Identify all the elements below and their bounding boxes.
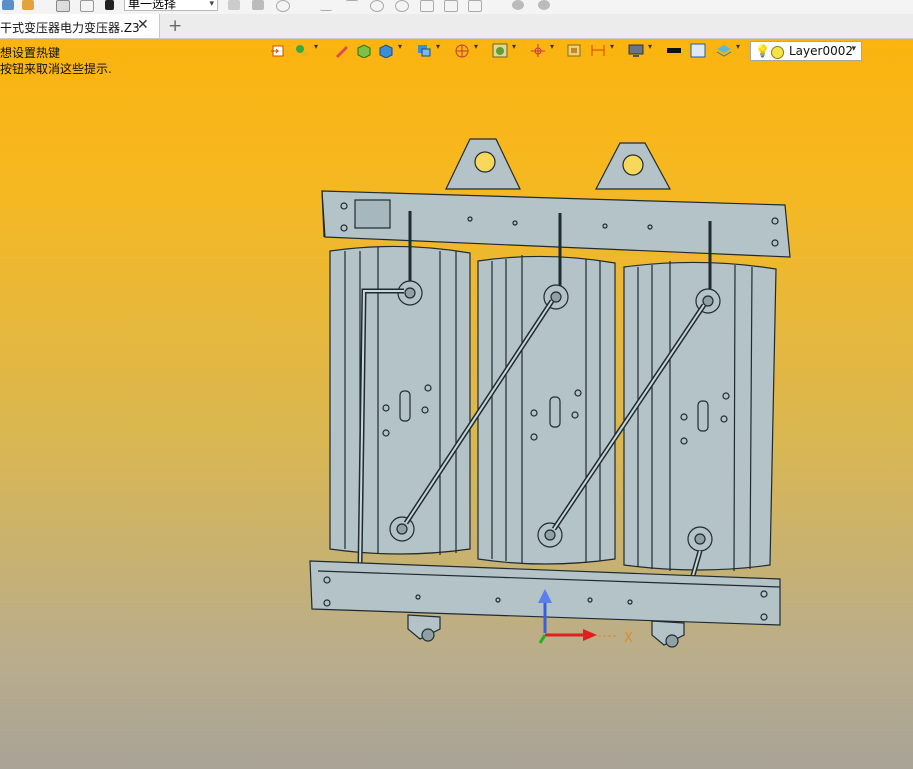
caster-right	[651, 620, 685, 648]
document-tab-bar: 干式变压器电力变压器.Z3 ✕ +	[0, 14, 913, 39]
selection-mode-dropdown[interactable]: 单一选择	[124, 0, 218, 11]
app-icon[interactable]	[2, 0, 14, 10]
arc-icon[interactable]	[346, 0, 358, 11]
caster-left	[407, 614, 441, 642]
snap-icon[interactable]	[276, 0, 290, 12]
rotate-icon[interactable]	[56, 0, 70, 12]
pick-icon[interactable]	[252, 0, 264, 10]
polyline-icon[interactable]	[468, 0, 482, 12]
close-icon[interactable]: ✕	[137, 17, 149, 33]
line-icon[interactable]	[320, 0, 332, 11]
circle-icon[interactable]	[370, 0, 384, 12]
transformer-model[interactable]: X	[0, 39, 913, 769]
x-axis-label: X	[624, 631, 633, 646]
graphics-viewport[interactable]: 想设置热键 按钮来取消这些提示. ▾ ▾ ▾ ▾ ▾ ▾ ▾ ▾ ▾ 💡 Lay…	[0, 39, 913, 769]
spline-icon[interactable]	[444, 0, 458, 12]
gear-icon[interactable]	[512, 0, 524, 10]
tab-title: 干式变压器电力变压器.Z3	[0, 21, 140, 35]
stop-icon[interactable]	[105, 0, 114, 10]
ribbon-strip: 单一选择	[0, 0, 913, 15]
filter-icon[interactable]	[228, 0, 240, 10]
new-tab-button[interactable]: +	[168, 16, 182, 36]
ellipse-icon[interactable]	[395, 0, 409, 12]
point-icon[interactable]	[420, 0, 434, 12]
arrow-icon[interactable]	[80, 0, 94, 12]
settings-icon[interactable]	[538, 0, 550, 10]
open-file-icon[interactable]	[22, 0, 34, 10]
tab-transformer-document[interactable]: 干式变压器电力变压器.Z3 ✕	[0, 14, 160, 38]
